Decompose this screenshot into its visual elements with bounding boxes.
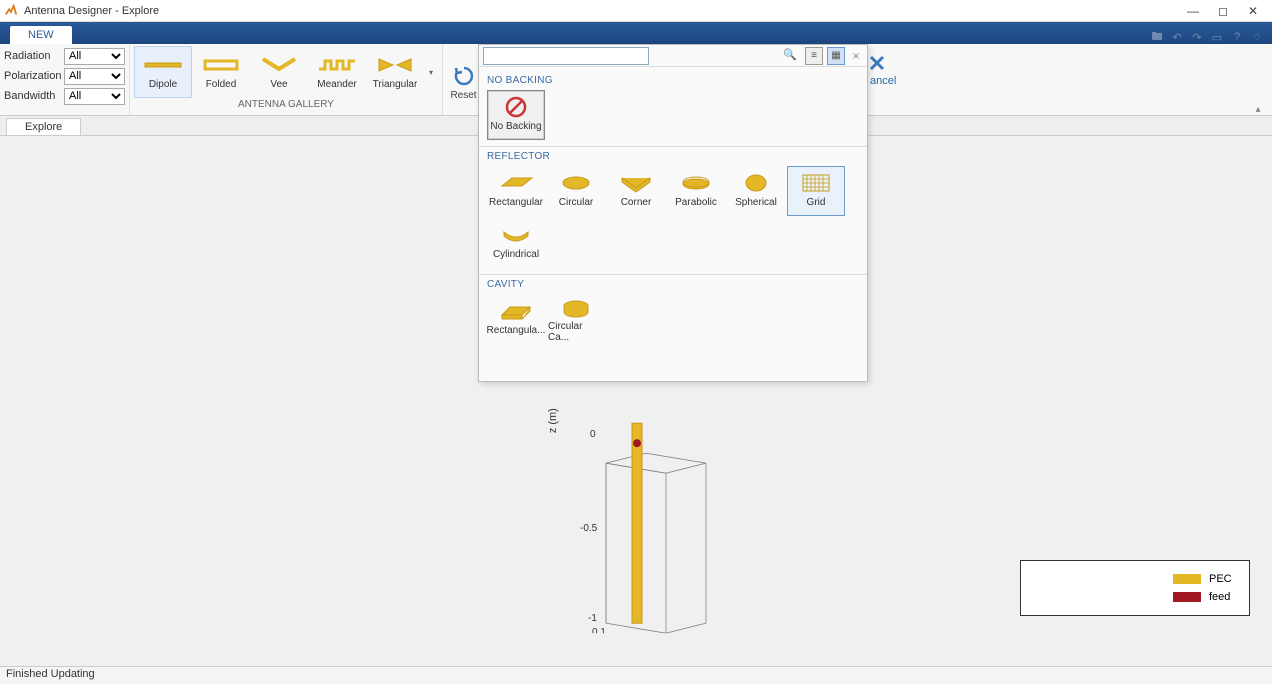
- parabolic-reflector-icon: [673, 169, 719, 197]
- reflector-item-cylindrical[interactable]: Cylindrical: [487, 218, 545, 268]
- cylindrical-reflector-icon: [493, 221, 539, 249]
- status-bar: Finished Updating: [0, 666, 1272, 684]
- maximize-button[interactable]: ◻: [1208, 1, 1238, 21]
- item-label: No Backing: [490, 121, 541, 132]
- bandwidth-select[interactable]: All: [64, 88, 125, 105]
- cancel-label-partial: ancel: [870, 75, 896, 87]
- item-label: Circular: [559, 197, 593, 208]
- qat-icon-5[interactable]: ◌: [1250, 30, 1264, 44]
- help-icon[interactable]: ?: [1230, 30, 1244, 44]
- section-reflector: REFLECTOR: [487, 151, 859, 162]
- gallery-item-meander[interactable]: Meander: [308, 46, 366, 98]
- grid-reflector-icon: [793, 169, 839, 197]
- reflector-item-circular[interactable]: Circular: [547, 166, 605, 216]
- gallery-label: Folded: [206, 79, 237, 90]
- vee-icon: [256, 51, 302, 79]
- view-list-button[interactable]: ≡: [805, 47, 823, 65]
- gallery-caption: ANTENNA GALLERY: [134, 98, 438, 111]
- rectangular-cavity-icon: [493, 297, 539, 325]
- legend-label-feed: feed: [1209, 591, 1239, 603]
- legend[interactable]: PEC feed: [1020, 560, 1250, 616]
- tick-z0: 0: [590, 429, 596, 440]
- reset-icon: [453, 65, 475, 87]
- item-label: Cylindrical: [493, 249, 539, 260]
- cavity-item-circular[interactable]: Circular Ca...: [547, 294, 605, 344]
- filter-group: Radiation All Polarization All Bandwidth…: [0, 44, 130, 115]
- gallery-more-button[interactable]: ▾: [424, 46, 438, 98]
- window-title: Antenna Designer - Explore: [24, 5, 159, 17]
- view-grid-button[interactable]: ▦: [827, 47, 845, 65]
- radiation-label: Radiation: [4, 50, 64, 62]
- item-label: Rectangula...: [487, 325, 546, 336]
- section-no-backing: NO BACKING: [487, 75, 859, 86]
- reflector-item-corner[interactable]: Corner: [607, 166, 665, 216]
- minimize-button[interactable]: —: [1178, 1, 1208, 21]
- legend-swatch-pec: [1173, 574, 1201, 584]
- meander-icon: [314, 51, 360, 79]
- ribbon-collapse-button[interactable]: ▴: [1248, 101, 1268, 117]
- item-label: Rectangular: [489, 197, 543, 208]
- item-label: Grid: [807, 197, 826, 208]
- triangular-icon: [372, 51, 418, 79]
- gallery-label: Triangular: [373, 79, 418, 90]
- cancel-icon: [868, 54, 886, 72]
- popover-close-button[interactable]: ×: [849, 49, 863, 63]
- z-axis-label: z (m): [547, 408, 559, 433]
- item-label: Spherical: [735, 197, 777, 208]
- gallery-item-folded[interactable]: Folded: [192, 46, 250, 98]
- doc-tab-explore[interactable]: Explore: [6, 118, 81, 135]
- backing-item-no-backing[interactable]: No Backing: [487, 90, 545, 140]
- reflector-item-parabolic[interactable]: Parabolic: [667, 166, 725, 216]
- reflector-item-grid[interactable]: Grid: [787, 166, 845, 216]
- radiation-select[interactable]: All: [64, 48, 125, 65]
- title-bar: Antenna Designer - Explore — ◻ ✕: [0, 0, 1272, 22]
- polarization-select[interactable]: All: [64, 68, 125, 85]
- status-text: Finished Updating: [6, 668, 95, 680]
- polarization-label: Polarization: [4, 70, 64, 82]
- qat-icon-2[interactable]: ↶: [1170, 30, 1184, 44]
- reflector-item-rectangular[interactable]: Rectangular: [487, 166, 545, 216]
- gallery-label: Meander: [317, 79, 356, 90]
- reset-label: Reset: [450, 90, 476, 101]
- spherical-reflector-icon: [733, 169, 779, 197]
- tick-zneg05: -0.5: [580, 523, 598, 534]
- dipole-icon: [140, 51, 186, 79]
- gallery-search-input[interactable]: [483, 47, 649, 65]
- gallery-item-triangular[interactable]: Triangular: [366, 46, 424, 98]
- search-icon[interactable]: 🔍: [783, 48, 797, 61]
- gallery-label: Dipole: [149, 79, 177, 90]
- qat-icon-1[interactable]: 🖿: [1150, 30, 1164, 44]
- cancel-button-partial[interactable]: ancel: [868, 56, 894, 89]
- section-cavity: CAVITY: [487, 279, 859, 290]
- gallery-item-dipole[interactable]: Dipole: [134, 46, 192, 98]
- corner-reflector-icon: [613, 169, 659, 197]
- gallery-label: Vee: [270, 79, 287, 90]
- circular-reflector-icon: [553, 169, 599, 197]
- tick-zneg1: -1: [588, 613, 597, 624]
- legend-swatch-feed: [1173, 592, 1201, 602]
- item-label: Corner: [621, 197, 652, 208]
- tick-y01: 0.1: [592, 627, 606, 633]
- rectangular-reflector-icon: [493, 169, 539, 197]
- gallery-item-vee[interactable]: Vee: [250, 46, 308, 98]
- no-backing-icon: [493, 93, 539, 121]
- antenna-gallery: Dipole Folded Vee Meander Triangular ▾ A…: [130, 44, 443, 115]
- legend-label-pec: PEC: [1209, 573, 1239, 585]
- close-button[interactable]: ✕: [1238, 1, 1268, 21]
- item-label: Parabolic: [675, 197, 717, 208]
- cavity-item-rectangular[interactable]: Rectangula...: [487, 294, 545, 344]
- folded-icon: [198, 51, 244, 79]
- ribbon-tab-strip: NEW 🖿 ↶ ↷ ▭ ? ◌: [0, 22, 1272, 44]
- matlab-logo-icon: [4, 4, 18, 18]
- qat-icon-4[interactable]: ▭: [1210, 30, 1224, 44]
- backing-gallery-popover: 🔍 ≡ ▦ × NO BACKING No Backing REFLECTOR …: [478, 44, 868, 382]
- tab-new[interactable]: NEW: [10, 26, 72, 44]
- circular-cavity-icon: [553, 297, 599, 321]
- item-label: Circular Ca...: [548, 321, 604, 343]
- reflector-item-spherical[interactable]: Spherical: [727, 166, 785, 216]
- qat-icon-3[interactable]: ↷: [1190, 30, 1204, 44]
- bandwidth-label: Bandwidth: [4, 90, 64, 102]
